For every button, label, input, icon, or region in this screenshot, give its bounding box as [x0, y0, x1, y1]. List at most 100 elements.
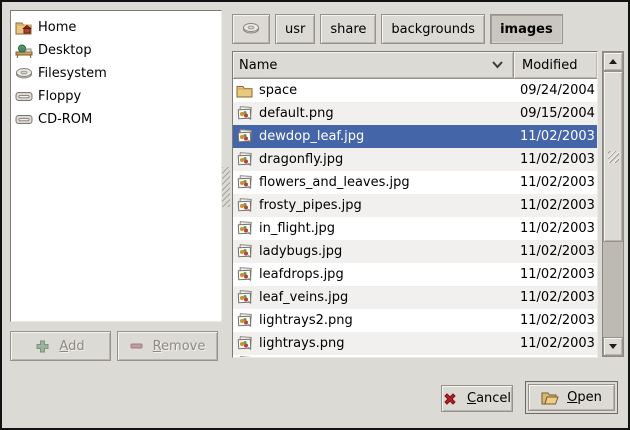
file-modified-date: 11/02/2003	[514, 290, 595, 305]
image-file-icon	[236, 266, 253, 283]
scroll-up-button[interactable]	[603, 52, 623, 71]
file-modified-date: 09/24/2004	[514, 83, 595, 98]
file-modified-date: 11/02/2003	[514, 267, 595, 282]
remove-shortcut-button[interactable]: Remove	[117, 331, 218, 361]
file-row-space[interactable]: space 09/24/2004	[233, 79, 597, 102]
image-file-icon	[236, 335, 253, 352]
file-name-cell: flowers_and_leaves.jpg	[233, 174, 514, 191]
scroll-down-button[interactable]	[603, 337, 623, 356]
cancel-x-icon	[443, 392, 457, 406]
file-name-cell: lightrays.png	[233, 335, 514, 352]
file-row-dewdop_leaf.jpg[interactable]: dewdop_leaf.jpg11/02/2003	[233, 125, 597, 148]
image-file-icon	[236, 128, 253, 145]
image-file-icon	[236, 312, 253, 329]
desktop-icon	[15, 42, 33, 59]
file-name: leafdrops.jpg	[259, 267, 344, 282]
path-button-usr[interactable]: usr	[275, 14, 315, 44]
file-row-dragonfly.jpg[interactable]: dragonfly.jpg 11/02/2003	[233, 148, 597, 171]
file-row-in_flight.jpg[interactable]: in_flight.jpg11/02/2003	[233, 217, 597, 240]
open-button[interactable]: Open	[528, 384, 615, 411]
path-button-backgrounds[interactable]: backgrounds	[381, 14, 485, 44]
path-button-label: share	[330, 22, 366, 37]
drive-icon	[15, 88, 33, 105]
file-name-cell: lightrays2.png	[233, 312, 514, 329]
file-name-cell: leaf_veins.jpg	[233, 289, 514, 306]
arrow-up-icon	[609, 59, 617, 64]
file-rows: space 09/24/2004 default.png 09/15/2004 dewd…	[233, 79, 597, 358]
column-header-modified-label: Modified	[522, 58, 577, 73]
cancel-button[interactable]: Cancel	[441, 385, 513, 412]
file-chooser-dialog: Home Desktop Filesystem Floppy CD-ROM usr sha…	[0, 0, 630, 430]
sidebar-item-floppy[interactable]: Floppy	[11, 85, 221, 108]
arrow-down-icon	[609, 344, 617, 349]
column-header-name[interactable]: Name	[233, 52, 514, 79]
file-row-ladybugs.jpg[interactable]: ladybugs.jpg11/02/2003	[233, 240, 597, 263]
file-name: space	[259, 83, 297, 98]
file-name-cell: ladybugs.jpg	[233, 243, 514, 260]
file-modified-date: 09/15/2004	[514, 106, 595, 121]
sidebar-item-home[interactable]: Home	[11, 16, 221, 39]
file-name: dragonfly.jpg	[259, 152, 343, 167]
folder-icon	[236, 82, 253, 99]
file-row-leafdrops.jpg[interactable]: leafdrops.jpg 11/02/2003	[233, 263, 597, 286]
sidebar-item-desktop[interactable]: Desktop	[11, 39, 221, 62]
sidebar-item-label: Desktop	[38, 43, 92, 58]
open-folder-icon	[541, 391, 559, 405]
remove-minus-icon	[130, 342, 143, 350]
file-row-flowers_and_leaves.jpg[interactable]: flowers_and_leaves.jpg 11/02/2003	[233, 171, 597, 194]
filesystem-icon	[15, 65, 33, 82]
add-shortcut-button[interactable]: Add	[10, 331, 111, 361]
file-name: flowers_and_leaves.jpg	[259, 175, 410, 190]
file-row-frosty_pipes.jpg[interactable]: frosty_pipes.jpg11/02/2003	[233, 194, 597, 217]
vertical-scrollbar[interactable]	[602, 51, 624, 357]
image-file-icon	[236, 220, 253, 237]
column-header-modified[interactable]: Modified	[514, 52, 597, 79]
file-modified-date: 11/02/2003	[514, 129, 595, 144]
file-modified-date: 11/02/2003	[514, 221, 595, 236]
default-button-ring: Open	[525, 381, 618, 414]
home-icon	[15, 19, 33, 36]
image-file-icon	[236, 243, 253, 260]
pane-resize-grip[interactable]	[222, 167, 230, 207]
image-file-icon	[236, 197, 253, 214]
sidebar-item-cd-rom[interactable]: CD-ROM	[11, 108, 221, 131]
file-row-partial[interactable]	[233, 355, 597, 358]
path-button-images[interactable]: images	[490, 14, 563, 44]
file-name-cell	[233, 355, 514, 358]
file-name: default.png	[259, 106, 334, 121]
path-button-root[interactable]	[232, 14, 270, 44]
file-row-lightrays.png[interactable]: lightrays.png 11/02/2003	[233, 332, 597, 355]
scrollbar-grip-icon	[608, 151, 619, 163]
file-row-lightrays2.png[interactable]: lightrays2.png11/02/2003	[233, 309, 597, 332]
sidebar-item-label: Filesystem	[38, 66, 107, 81]
sidebar-item-label: CD-ROM	[38, 112, 92, 127]
path-button-label: usr	[285, 22, 305, 37]
file-name-cell: frosty_pipes.jpg	[233, 197, 514, 214]
file-name-cell: dragonfly.jpg	[233, 151, 514, 168]
file-row-default.png[interactable]: default.png 09/15/2004	[233, 102, 597, 125]
file-row-leaf_veins.jpg[interactable]: leaf_veins.jpg11/02/2003	[233, 286, 597, 309]
file-modified-date: 11/02/2003	[514, 152, 595, 167]
sidebar-item-label: Floppy	[38, 89, 81, 104]
file-modified-date: 11/02/2003	[514, 198, 595, 213]
image-file-icon	[236, 151, 253, 168]
add-plus-icon	[36, 340, 49, 353]
scrollbar-thumb[interactable]	[603, 71, 623, 242]
image-file-icon	[236, 105, 253, 122]
path-button-share[interactable]: share	[320, 14, 376, 44]
file-name: lightrays.png	[259, 336, 344, 351]
btn-remove-label: Remove	[153, 339, 206, 354]
image-file-icon	[236, 289, 253, 306]
sidebar-item-filesystem[interactable]: Filesystem	[11, 62, 221, 85]
file-modified-date: 11/02/2003	[514, 336, 595, 351]
sidebar-item-label: Home	[38, 20, 76, 35]
file-modified-date: 11/02/2003	[514, 313, 595, 328]
list-header: Name Modified	[233, 52, 597, 79]
column-header-name-label: Name	[239, 58, 492, 73]
btn-cancel-label: Cancel	[467, 391, 511, 406]
filesystem-icon	[242, 22, 260, 36]
path-button-label: images	[500, 22, 553, 37]
file-modified-date: 11/02/2003	[514, 175, 595, 190]
file-name-cell: space	[233, 82, 514, 99]
drive-icon	[15, 111, 33, 128]
